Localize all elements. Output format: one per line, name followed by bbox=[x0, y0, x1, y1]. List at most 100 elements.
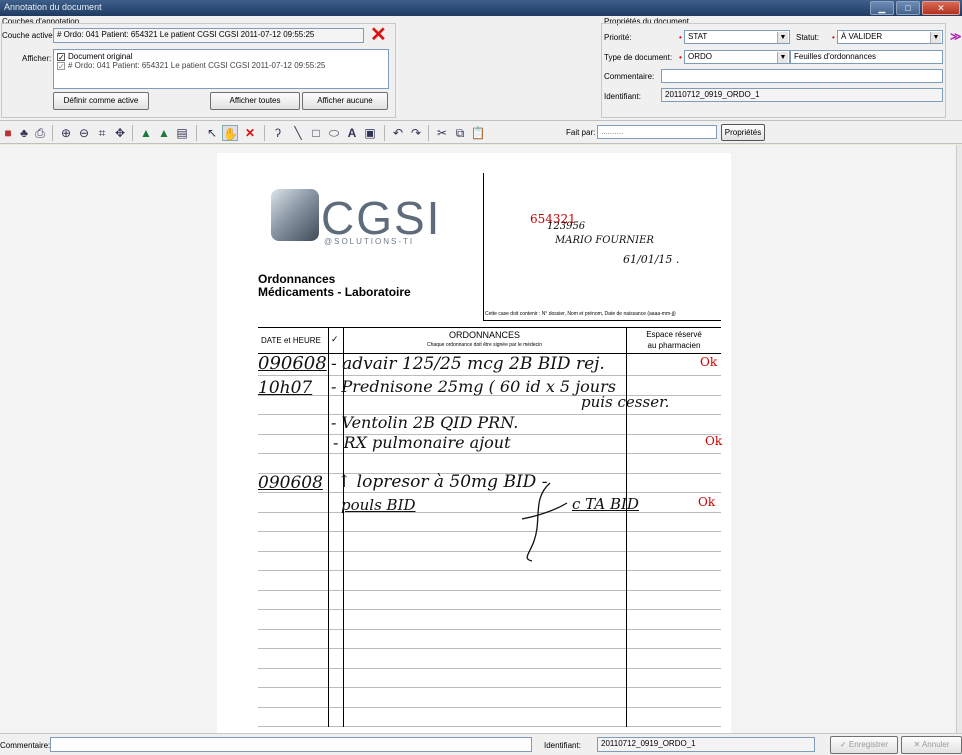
show-none-button[interactable]: Afficher aucune bbox=[302, 92, 388, 110]
bottom-comment-input[interactable] bbox=[50, 737, 532, 752]
show-label: Afficher: bbox=[22, 54, 52, 63]
rotate-left-icon[interactable]: ▲ bbox=[138, 125, 154, 141]
print-icon[interactable]: ⎙ bbox=[32, 125, 48, 141]
pointer-icon[interactable]: ↖ bbox=[204, 125, 220, 141]
active-layer-label: Couche active: bbox=[2, 31, 55, 40]
rectangle-icon[interactable]: □ bbox=[308, 125, 324, 141]
patient-box-note: Cette case doit contenir : N° dossier, N… bbox=[485, 311, 676, 317]
maximize-icon[interactable]: □ bbox=[896, 1, 920, 15]
page-icon[interactable]: ▤ bbox=[174, 125, 190, 141]
doctype-select[interactable]: ORDO ▼ bbox=[684, 50, 790, 64]
identifier-label: Identifiant: bbox=[604, 92, 641, 101]
copy-icon[interactable]: ⧉ bbox=[452, 125, 468, 141]
toolbar: ■ ♣ ⎙ ⊕ ⊖ ⌗ ✥ ▲ ▲ ▤ ↖ ✋ ✕ ʔ ╲ □ ⬭ A ▣ ↶ … bbox=[0, 120, 962, 144]
layer-item[interactable]: ✓ Document original bbox=[57, 52, 385, 62]
signature bbox=[521, 482, 568, 562]
window-titlebar: Annotation du document ▁ □ ✕ bbox=[0, 0, 962, 16]
hw-line1: - advair 125/25 mcg 2B BID rej. bbox=[331, 354, 605, 374]
set-active-button[interactable]: Définir comme active bbox=[53, 92, 149, 110]
bottom-bar: Commentaire: Identifiant: 20110712_0919_… bbox=[0, 733, 962, 755]
comment-label: Commentaire: bbox=[604, 72, 655, 81]
vertical-scrollbar[interactable] bbox=[956, 145, 962, 733]
close-icon: ✕ bbox=[913, 740, 921, 749]
chevron-down-icon[interactable]: ▼ bbox=[930, 32, 941, 43]
top-panel: Couches d'annotation Couche active: # Or… bbox=[0, 16, 962, 120]
checkbox-icon[interactable]: ✓ bbox=[57, 53, 65, 62]
window-title: Annotation du document bbox=[4, 2, 102, 12]
bottom-identifier-label: Identifiant: bbox=[544, 741, 581, 750]
stamp-icon[interactable]: ▣ bbox=[362, 125, 378, 141]
priority-select[interactable]: STAT ▼ bbox=[684, 30, 790, 44]
properties-button[interactable]: Propriétés bbox=[721, 124, 765, 141]
hw-line4: - Ventolin 2B QID PRN. bbox=[331, 413, 519, 432]
ok-annotation: Ok bbox=[700, 355, 718, 369]
checkbox-icon[interactable]: ✓ bbox=[57, 62, 65, 71]
patient-hw-name: MARIO FOURNIER bbox=[555, 235, 654, 246]
col-pharma-line2: au pharmacien bbox=[647, 341, 701, 350]
zoom-out-icon[interactable]: ⊖ bbox=[76, 125, 92, 141]
doctype-description: Feuilles d'ordonnances bbox=[790, 50, 943, 64]
fit-width-icon[interactable]: ✥ bbox=[112, 125, 128, 141]
rotate-right-icon[interactable]: ▲ bbox=[156, 125, 172, 141]
undo-icon[interactable]: ↶ bbox=[390, 125, 406, 141]
delete-doc-icon[interactable]: ■ bbox=[0, 125, 16, 141]
col-check-header: ✓ bbox=[331, 334, 339, 344]
remove-layer-icon[interactable]: ✕ bbox=[370, 25, 387, 45]
freehand-icon[interactable]: ʔ bbox=[270, 125, 286, 141]
layer-item[interactable]: ✓ # Ordo: 041 Patient: 654321 Le patient … bbox=[57, 61, 385, 71]
active-layer-field: # Ordo: 041 Patient: 654321 Le patient C… bbox=[53, 28, 364, 43]
layers-list[interactable]: ✓ Document original ✓ # Ordo: 041 Patient:… bbox=[53, 49, 389, 89]
ok-annotation: Ok bbox=[698, 495, 716, 509]
col-pharma-line1: Espace réservé bbox=[646, 330, 702, 339]
bottom-comment-label: Commentaire: bbox=[0, 741, 51, 750]
patient-hw-number: 123956 bbox=[547, 221, 586, 232]
cut-icon[interactable]: ✂ bbox=[434, 125, 450, 141]
arrow-icon: ≫ bbox=[950, 31, 962, 43]
doctype-label: Type de document: bbox=[604, 53, 673, 62]
redo-icon[interactable]: ↷ bbox=[408, 125, 424, 141]
logo-icon bbox=[271, 189, 319, 241]
done-by-input[interactable]: .......... bbox=[597, 125, 717, 139]
document-page: CGSI @SOLUTIONS-TI Ordonnances Médicamen… bbox=[217, 153, 731, 733]
hw-line7: pouls BID bbox=[341, 496, 416, 514]
hw-line2: - Prednisone 25mg ( 60 id x 5 jours bbox=[331, 377, 616, 396]
chevron-down-icon[interactable]: ▼ bbox=[777, 52, 788, 63]
col-orders-sub: Chaque ordonnance doit être signée par l… bbox=[426, 342, 543, 348]
ok-annotation: Ok bbox=[705, 434, 723, 448]
col-orders-title: ORDONNANCES bbox=[448, 330, 520, 340]
hw-date2: 090608 bbox=[258, 473, 323, 493]
minimize-icon[interactable]: ▁ bbox=[870, 1, 894, 15]
scan-icon[interactable]: ♣ bbox=[16, 125, 32, 141]
identifier-field: 20110712_0919_ORDO_1 bbox=[661, 88, 943, 102]
close-icon[interactable]: ✕ bbox=[922, 1, 960, 15]
hw-line8: c TA BID bbox=[572, 495, 639, 513]
priority-label: Priorité: bbox=[604, 33, 632, 42]
patient-box bbox=[483, 173, 721, 321]
show-all-button[interactable]: Afficher toutes bbox=[210, 92, 300, 110]
bottom-identifier-field: 20110712_0919_ORDO_1 bbox=[597, 737, 815, 752]
line-icon[interactable]: ╲ bbox=[290, 125, 306, 141]
delete-annotation-icon[interactable]: ✕ bbox=[242, 125, 258, 141]
fit-page-icon[interactable]: ⌗ bbox=[94, 125, 110, 141]
cancel-button[interactable]: ✕ Annuler bbox=[901, 736, 962, 754]
status-select[interactable]: À VALIDER ▼ bbox=[837, 30, 943, 44]
comment-input[interactable] bbox=[661, 69, 943, 83]
hw-date1: 090608 bbox=[258, 353, 327, 374]
paste-icon[interactable]: 📋 bbox=[470, 125, 486, 141]
document-heading: Ordonnances Médicaments - Laboratoire bbox=[258, 272, 411, 299]
check-icon: ✓ bbox=[839, 740, 847, 749]
hand-icon[interactable]: ✋ bbox=[222, 125, 238, 141]
zoom-in-icon[interactable]: ⊕ bbox=[58, 125, 74, 141]
hw-line5: - RX pulmonaire ajout bbox=[333, 433, 511, 452]
save-button[interactable]: ✓ Enregistrer bbox=[830, 736, 898, 754]
ellipse-icon[interactable]: ⬭ bbox=[326, 125, 342, 141]
status-label: Statut: bbox=[796, 33, 820, 42]
chevron-down-icon[interactable]: ▼ bbox=[777, 32, 788, 43]
done-by-label: Fait par: bbox=[566, 128, 596, 137]
patient-hw-date: 61/01/15 . bbox=[623, 253, 680, 266]
hw-line3: puis cesser. bbox=[581, 393, 670, 411]
hw-time1: 10h07 bbox=[258, 378, 313, 398]
text-icon[interactable]: A bbox=[344, 125, 360, 141]
col-date-header: DATE et HEURE bbox=[261, 336, 321, 345]
logo-tagline: @SOLUTIONS-TI bbox=[324, 237, 415, 246]
